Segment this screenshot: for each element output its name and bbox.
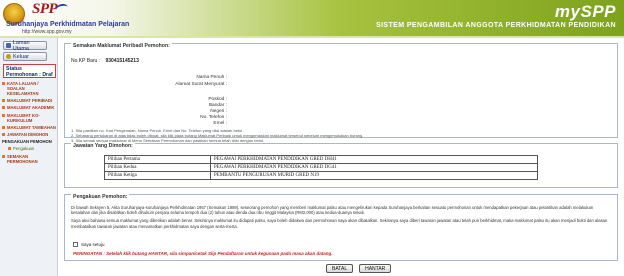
sidebar-item-label: SEMAKAN PERMOHONAN	[7, 153, 38, 164]
sidebar-item-password[interactable]: KATA LALUAN / SOALAN KESELAMATAN	[2, 81, 57, 96]
bullet-icon	[8, 147, 11, 151]
agree-row[interactable]: Saya setuju	[73, 242, 105, 247]
table-row: Pilihan Pertama PEGAWAI PERKHIDMATAN PEN…	[104, 155, 538, 164]
declaration-text: Di bawah Seksyen 5, Akta Suruhanjaya-sur…	[71, 205, 611, 232]
field-label-phone: No. Telefon :	[200, 115, 227, 120]
form-actions: BATAL HANTAR	[326, 264, 392, 273]
sidebar-item-cocurriculum[interactable]: MAKLUMAT KO-KURIKULUM	[2, 113, 57, 123]
field-label-city: Bandar :	[208, 103, 227, 108]
organization-url: http://www.spp.gov.my	[22, 29, 72, 35]
choice-cell: Pilihan Pertama	[104, 155, 211, 164]
declaration-paragraph-2: Saya akui bahawa semua maklumat yang dib…	[71, 218, 608, 229]
choice-cell: Pilihan Ketiga	[104, 171, 211, 180]
sidebar-item-label: KATA LALUAN / SOALAN KESELAMATAN	[7, 81, 39, 96]
main-content: Semakan Maklumat Peribadi Pemohon: No.KP…	[62, 40, 620, 276]
spp-logo: SPP	[32, 1, 58, 17]
logout-button-label: Keluar	[13, 53, 29, 60]
personal-info-title: Semakan Maklumat Peribadi Pemohon:	[71, 43, 172, 49]
positions-table: Pilihan Pertama PEGAWAI PERKHIDMATAN PEN…	[104, 155, 538, 180]
positions-panel: Jawatan Yang Dimohon: Pilihan Pertama PE…	[64, 143, 618, 188]
organization-name: Suruhanjaya Perkhidmatan Pelajaran	[6, 21, 130, 28]
sidebar-item-label: JAWATAN DIMOHON	[7, 131, 49, 137]
logo-swoosh-icon	[55, 2, 69, 15]
sidebar-menu: KATA LALUAN / SOALAN KESELAMATAN MAKLUMA…	[2, 81, 57, 166]
sidebar-item-personal[interactable]: MAKLUMAT PERIBADI	[2, 98, 57, 103]
sidebar-item-review[interactable]: SEMAKAN PERMOHONAN	[2, 154, 57, 164]
sidebar-item-academic[interactable]: MAKLUMAT AKADEMIK	[2, 105, 57, 110]
home-button[interactable]: Laman Utama	[3, 39, 47, 52]
bullet-icon	[2, 106, 5, 110]
sidebar: Laman Utama Keluar Status Permohonan : D…	[0, 38, 58, 276]
ic-number-value: 930415145213	[105, 58, 139, 64]
declaration-paragraph-1: Di bawah Seksyen 5, Akta Suruhanjaya-sur…	[71, 205, 594, 216]
choice-cell: Pilihan Kedua	[104, 163, 211, 172]
sidebar-item-label: Pengakuan	[13, 146, 35, 152]
declaration-title: Pengakuan Pemohon:	[71, 194, 130, 200]
sidebar-item-label: PENGAKUAN PEMOHON	[2, 139, 52, 145]
submit-button[interactable]: HANTAR	[359, 264, 392, 273]
position-cell: PEMBANTU PENGURUSAN MURID GRED N19	[210, 171, 538, 180]
position-cell: PEGAWAI PERKHIDMATAN PENDIDIKAN GRED DH4…	[210, 155, 538, 164]
bullet-icon	[2, 99, 5, 103]
key-icon	[6, 54, 11, 59]
position-cell: PEGAWAI PERKHIDMATAN PENDIDIKAN GRED DG4…	[210, 163, 538, 172]
sidebar-item-label: MAKLUMAT TAMBAHAN	[7, 124, 56, 130]
table-row: Pilihan Kedua PEGAWAI PERKHIDMATAN PENDI…	[104, 163, 538, 172]
declaration-panel: Pengakuan Pemohon: Di bawah Seksyen 5, A…	[64, 194, 618, 261]
warning-text: PERINGATAN : Setelah klik butang HANTAR,…	[73, 251, 333, 256]
sidebar-item-label: MAKLUMAT KO-KURIKULUM	[7, 112, 40, 123]
positions-title: Jawatan Yang Dimohon:	[71, 143, 135, 149]
sidebar-item-positions[interactable]: JAWATAN DIMOHON	[2, 132, 57, 137]
personal-info-notes: 1. Sila pastikan no. Kad Pengenalan, Nam…	[71, 128, 611, 143]
sidebar-subitem-declaration[interactable]: Pengakuan	[2, 146, 57, 151]
logout-button[interactable]: Keluar	[3, 52, 47, 61]
cancel-button[interactable]: BATAL	[326, 264, 354, 273]
field-label-address: Alamat Surat Menyurat :	[175, 82, 227, 87]
bullet-icon	[2, 113, 5, 117]
field-label-postcode: Poskod :	[208, 97, 227, 102]
ic-number-row: No.KP Baru : 930415145213	[71, 58, 139, 64]
system-title: SISTEM PENGAMBILAN ANGGOTA PERKHIDMATAN …	[376, 22, 616, 29]
sidebar-item-label: MAKLUMAT PERIBADI	[7, 98, 53, 104]
bullet-icon	[2, 82, 5, 85]
field-label-name: Nama Penuh :	[196, 75, 227, 80]
brand-title: mySPP	[554, 2, 616, 21]
agree-checkbox[interactable]	[73, 242, 78, 247]
home-icon	[6, 43, 11, 48]
field-label-state: Negeri :	[210, 109, 227, 114]
personal-info-panel: Semakan Maklumat Peribadi Pemohon: No.KP…	[64, 43, 618, 143]
sidebar-item-label: MAKLUMAT AKADEMIK	[7, 105, 55, 111]
sidebar-item-declaration[interactable]: PENGAKUAN PEMOHON	[2, 139, 57, 144]
field-label-email: Emel :	[213, 121, 227, 126]
home-button-label: Laman Utama	[12, 39, 30, 52]
bullet-icon	[2, 132, 5, 136]
sidebar-item-additional[interactable]: MAKLUMAT TAMBAHAN	[2, 125, 57, 130]
header-banner: SPP Suruhanjaya Perkhidmatan Pelajaran h…	[0, 0, 624, 38]
application-status-box: Status Permohonan : Draf	[3, 64, 56, 78]
table-row: Pilihan Ketiga PEMBANTU PENGURUSAN MURID…	[104, 171, 538, 180]
agree-label: Saya setuju	[81, 242, 105, 247]
bullet-icon	[2, 154, 5, 158]
bullet-icon	[2, 125, 5, 129]
ic-number-label: No.KP Baru :	[71, 58, 101, 64]
